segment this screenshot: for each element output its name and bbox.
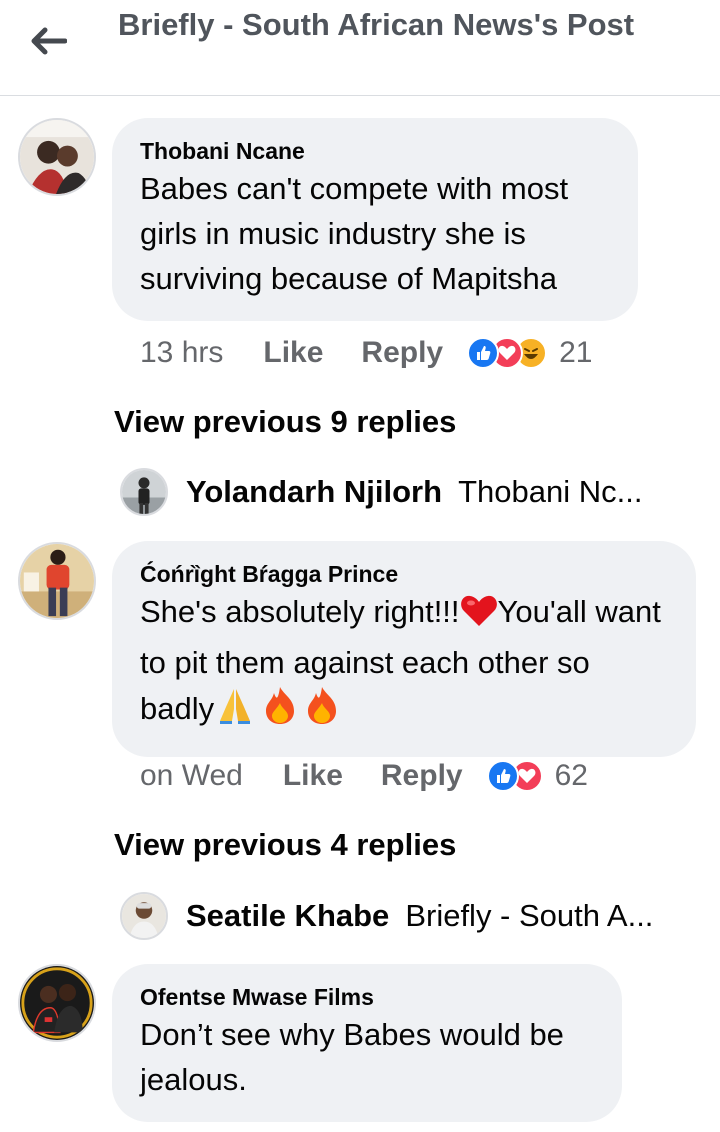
- top-bar: Briefly - South African News's Post: [0, 0, 720, 96]
- reaction-count: 21: [559, 336, 593, 369]
- page-title: Briefly - South African News's Post: [118, 7, 635, 42]
- latest-reply-preview[interactable]: Yolandarh Njilorh Thobani Nc...: [120, 468, 680, 516]
- comment-text: Don’t see why Babes would be jealous.: [140, 1017, 564, 1097]
- reply-button[interactable]: Reply: [381, 759, 463, 793]
- comment-author[interactable]: Ofentse Mwase Films: [140, 982, 594, 1012]
- avatar[interactable]: [120, 892, 168, 940]
- comment-text-part: She's absolutely right!!!: [140, 594, 460, 629]
- reply-button[interactable]: Reply: [361, 336, 443, 370]
- view-previous-replies[interactable]: View previous 9 replies: [114, 402, 456, 442]
- like-icon: [467, 337, 500, 369]
- fire-icon: [262, 685, 298, 737]
- comment-meta: on Wed Like Reply 62: [140, 756, 588, 796]
- reply-snippet: Briefly - South A...: [405, 898, 654, 933]
- folded-hands-icon: [216, 687, 254, 737]
- avatar[interactable]: [120, 468, 168, 516]
- like-button[interactable]: Like: [283, 759, 343, 793]
- fire-icon: [304, 685, 340, 737]
- reaction-count: 62: [554, 759, 588, 792]
- reply-author[interactable]: Yolandarh Njilorh: [186, 474, 442, 510]
- reactions[interactable]: 21: [467, 336, 593, 370]
- like-button[interactable]: Like: [263, 336, 323, 370]
- view-previous-replies[interactable]: View previous 4 replies: [114, 825, 456, 865]
- reactions[interactable]: 62: [486, 759, 588, 793]
- reply-author[interactable]: Seatile Khabe: [186, 898, 389, 934]
- comment-bubble[interactable]: Ofentse Mwase Films Don’t see why Babes …: [112, 964, 622, 1122]
- avatar[interactable]: [18, 964, 96, 1042]
- latest-reply-preview[interactable]: Seatile Khabe Briefly - South A...: [120, 892, 680, 940]
- comment-time[interactable]: on Wed: [140, 759, 243, 793]
- back-button[interactable]: [22, 18, 74, 64]
- reply-snippet: Thobani Nc...: [458, 474, 643, 509]
- avatar[interactable]: [18, 118, 96, 196]
- comment-meta: 13 hrs Like Reply 21: [140, 333, 593, 373]
- like-icon: [486, 760, 519, 792]
- comment-author[interactable]: Ćońrȉght Bŕagga Prince: [140, 559, 668, 589]
- avatar[interactable]: [18, 542, 96, 620]
- comment-bubble[interactable]: Ćońrȉght Bŕagga Prince She's absolutely …: [112, 541, 696, 757]
- comment-text: She's absolutely right!!! You'all want to…: [140, 589, 668, 737]
- comment-time[interactable]: 13 hrs: [140, 336, 223, 370]
- red-heart-icon: [460, 594, 498, 640]
- comment-bubble[interactable]: Thobani Ncane Babes can't compete with m…: [112, 118, 638, 321]
- comment-text: Babes can't compete with most girls in m…: [140, 171, 569, 296]
- comment-author[interactable]: Thobani Ncane: [140, 136, 610, 166]
- back-arrow-icon: [31, 27, 67, 55]
